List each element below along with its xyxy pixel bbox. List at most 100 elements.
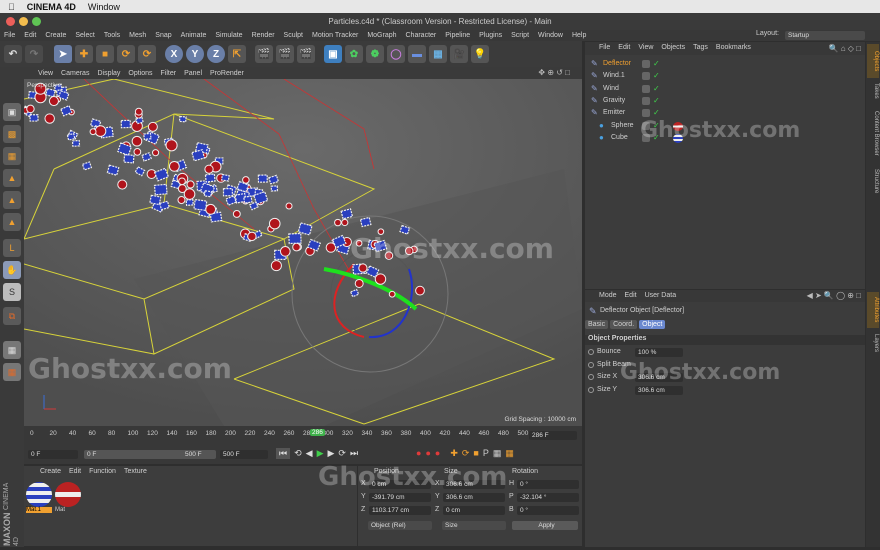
tab-basic[interactable]: Basic bbox=[585, 320, 609, 329]
menu-pipeline[interactable]: Pipeline bbox=[445, 32, 470, 39]
x-axis-lock[interactable]: X bbox=[165, 45, 183, 63]
tab-object[interactable]: Object bbox=[639, 320, 666, 329]
obj-menu-edit[interactable]: Edit bbox=[618, 44, 630, 53]
mat-menu-create[interactable]: Create bbox=[40, 468, 61, 475]
edges-mode-icon[interactable]: ▲ bbox=[3, 191, 21, 209]
menu-render[interactable]: Render bbox=[252, 32, 275, 39]
side-tab-content-browser[interactable]: Content Browser bbox=[867, 104, 879, 162]
coordinate-system-icon[interactable]: ⇱ bbox=[228, 45, 246, 63]
make-editable-icon[interactable]: ▣ bbox=[3, 103, 21, 121]
render-settings-icon[interactable]: 🎬 bbox=[297, 45, 315, 63]
position-field[interactable]: 1103.177 cm bbox=[369, 506, 431, 515]
side-tab-structure[interactable]: Structure bbox=[867, 164, 879, 198]
attr-menu-edit[interactable]: Edit bbox=[625, 292, 637, 300]
axis-mode-icon[interactable]: L bbox=[3, 239, 21, 257]
layout-select[interactable]: Startup bbox=[785, 31, 865, 40]
move-icon[interactable]: ✚ bbox=[75, 45, 93, 63]
apple-icon[interactable]:  bbox=[8, 2, 15, 12]
app-menu[interactable]: CINEMA 4D bbox=[27, 2, 76, 12]
autokey-icon[interactable]: ● bbox=[425, 448, 430, 459]
menu-window[interactable]: Window bbox=[538, 32, 563, 39]
rotation-field[interactable]: 0 ° bbox=[517, 506, 579, 515]
goto-start-icon[interactable]: ⏮ bbox=[276, 448, 291, 459]
menu-sculpt[interactable]: Sculpt bbox=[284, 32, 303, 39]
close-window-icon[interactable] bbox=[6, 17, 15, 26]
enabled-check-icon[interactable]: ✓ bbox=[653, 58, 660, 70]
tab-coord[interactable]: Coord. bbox=[610, 320, 638, 329]
workplane-lock-icon[interactable]: ▦ bbox=[3, 341, 21, 359]
object-name[interactable]: Cube bbox=[611, 132, 628, 144]
menu-character[interactable]: Character bbox=[406, 32, 437, 39]
mat-menu-texture[interactable]: Texture bbox=[124, 468, 147, 475]
prev-frame-icon[interactable]: ◀ bbox=[306, 448, 313, 459]
tweak-mode-icon[interactable]: ✋ bbox=[3, 261, 21, 279]
menu-mograph[interactable]: MoGraph bbox=[367, 32, 396, 39]
viewport-nav-icons[interactable]: ✥ ⊕ ↺ □ bbox=[538, 68, 570, 77]
mat-menu-edit[interactable]: Edit bbox=[69, 468, 81, 475]
property-value[interactable]: 100 % bbox=[635, 348, 683, 357]
side-tab-objects[interactable]: Objects bbox=[867, 44, 879, 78]
obj-menu-bookmarks[interactable]: Bookmarks bbox=[716, 44, 751, 53]
visibility-toggle[interactable] bbox=[642, 84, 650, 93]
mat-menu-function[interactable]: Function bbox=[89, 468, 116, 475]
menu-motion-tracker[interactable]: Motion Tracker bbox=[312, 32, 358, 39]
keyframe-selection-icon[interactable]: ● bbox=[435, 448, 440, 459]
coord-mode-select[interactable]: Object (Rel) bbox=[368, 521, 432, 530]
size-mode-select[interactable]: Size bbox=[442, 521, 506, 530]
texture-mode-icon[interactable]: ▦ bbox=[3, 147, 21, 165]
animate-param-icon[interactable] bbox=[588, 374, 594, 380]
obj-menu-objects[interactable]: Objects bbox=[661, 44, 685, 53]
next-frame-icon[interactable]: ▶ bbox=[328, 448, 335, 459]
floor-icon[interactable]: ▦ bbox=[429, 45, 447, 63]
model-mode-icon[interactable]: ▩ bbox=[3, 125, 21, 143]
menu-snap[interactable]: Snap bbox=[155, 32, 171, 39]
menu-script[interactable]: Script bbox=[511, 32, 529, 39]
vp-menu-filter[interactable]: Filter bbox=[161, 70, 177, 77]
vp-menu-options[interactable]: Options bbox=[128, 70, 152, 77]
rotate-icon[interactable]: ⟳ bbox=[117, 45, 135, 63]
render-view-icon[interactable]: 🎬 bbox=[255, 45, 273, 63]
magnet-icon[interactable]: ⧉ bbox=[3, 307, 21, 325]
vp-menu-cameras[interactable]: Cameras bbox=[61, 70, 89, 77]
object-name[interactable]: Emitter bbox=[603, 107, 625, 119]
apply-button[interactable]: Apply bbox=[512, 521, 578, 530]
step-back-icon[interactable]: ⟲ bbox=[294, 448, 302, 459]
obj-menu-view[interactable]: View bbox=[638, 44, 653, 53]
record-icon[interactable]: ● bbox=[416, 448, 421, 459]
menu-select[interactable]: Select bbox=[75, 32, 94, 39]
recent-tools-icon[interactable]: ⟳ bbox=[138, 45, 156, 63]
render-picture-viewer-icon[interactable]: 🎬 bbox=[276, 45, 294, 63]
menu-animate[interactable]: Animate bbox=[181, 32, 207, 39]
animate-param-icon[interactable] bbox=[588, 349, 594, 355]
workplane-icon[interactable]: ▦ bbox=[3, 363, 21, 381]
preview-end-field[interactable]: 500 F bbox=[182, 450, 216, 459]
camera-icon[interactable]: 🎥 bbox=[450, 45, 468, 63]
subdivision-icon[interactable]: ✿ bbox=[345, 45, 363, 63]
object-row[interactable]: ✎ Deflector ✓ bbox=[585, 58, 865, 70]
side-tab-attributes[interactable]: Attributes bbox=[867, 292, 879, 328]
visibility-toggle[interactable] bbox=[642, 96, 650, 105]
attr-nav-icons[interactable]: ◀ ➤ 🔍 ◯ ⊕ □ bbox=[807, 291, 861, 300]
material-swatch-mat[interactable]: Mat bbox=[55, 482, 81, 516]
y-axis-lock[interactable]: Y bbox=[186, 45, 204, 63]
points-mode-icon[interactable]: ▲ bbox=[3, 169, 21, 187]
side-tab-layers[interactable]: Layers bbox=[867, 330, 879, 356]
menu-file[interactable]: File bbox=[4, 32, 15, 39]
enabled-check-icon[interactable]: ✓ bbox=[653, 70, 660, 82]
animate-param-icon[interactable] bbox=[588, 361, 594, 368]
rotate-key-icon[interactable]: ⟳ bbox=[462, 448, 470, 459]
object-name[interactable]: Deflector bbox=[603, 58, 631, 70]
vp-menu-view[interactable]: View bbox=[38, 70, 53, 77]
scale-key-icon[interactable]: ■ bbox=[473, 448, 478, 459]
object-row[interactable]: ✎ Wind.1 ✓ bbox=[585, 70, 865, 82]
position-field[interactable]: -391.79 cm bbox=[369, 493, 431, 502]
live-selection-icon[interactable]: ➤ bbox=[54, 45, 72, 63]
move-key-icon[interactable]: ✚ bbox=[450, 448, 458, 459]
attr-menu-mode[interactable]: Mode bbox=[599, 292, 617, 300]
traffic-lights[interactable] bbox=[6, 17, 41, 26]
goto-end-icon[interactable]: ⏭ bbox=[350, 448, 358, 459]
deformer-icon[interactable]: ◯ bbox=[387, 45, 405, 63]
current-frame-field[interactable]: 286 F bbox=[529, 431, 577, 440]
menu-simulate[interactable]: Simulate bbox=[215, 32, 242, 39]
menu-edit[interactable]: Edit bbox=[24, 32, 36, 39]
